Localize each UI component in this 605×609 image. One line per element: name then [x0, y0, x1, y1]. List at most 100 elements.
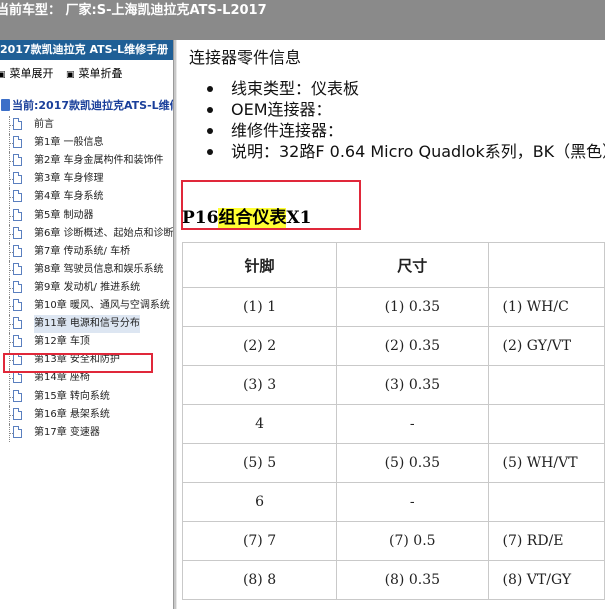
color-cell: (1) WH/C	[487, 287, 605, 327]
expand-label: 菜单展开	[9, 67, 54, 80]
tree-item-label: 第5章 制动器	[34, 209, 94, 221]
document-icon	[13, 425, 22, 438]
tree-item[interactable]: 第6章 诊断概述、起始点和诊断	[0, 224, 173, 243]
tree-item-label: 第6章 诊断概述、起始点和诊断	[34, 227, 173, 239]
table-row: (7) 7 (7) 0.5 (7) RD/E	[181, 521, 605, 561]
document-icon	[13, 136, 22, 149]
connector-info-list: 线束类型：仪表板 OEM连接器： 维修件连接器： 说明：32路F 0.64 Mi…	[207, 78, 605, 162]
table-row: (8) 8 (8) 0.35 (8) VT/GY	[181, 560, 605, 600]
collapse-menu-button[interactable]: ▣ 菜单折叠	[66, 65, 123, 81]
manual-title: 2017款凯迪拉克 ATS-L维修手册	[0, 40, 173, 60]
document-icon	[13, 118, 22, 130]
tree-item[interactable]: 第14章 座椅	[0, 369, 173, 388]
tree-item[interactable]: 第5章 制动器	[0, 206, 173, 225]
tree-item[interactable]: 第12章 车顶	[0, 333, 173, 352]
column-header-color	[487, 242, 605, 288]
tree-item[interactable]: 第15章 转向系统	[0, 387, 173, 406]
color-cell	[487, 404, 605, 444]
tree-item-label: 第10章 暖风、通风与空调系统	[34, 300, 170, 311]
tree-item-label: 第4章 车身系统	[34, 191, 104, 203]
pin-cell: 4	[181, 404, 338, 444]
tree-item-label: 第8章 驾驶员信息和娱乐系统	[34, 263, 164, 275]
color-cell: (2) GY/VT	[487, 326, 605, 366]
document-icon	[13, 371, 22, 384]
list-item: OEM连接器：	[207, 99, 605, 120]
document-icon	[13, 389, 22, 402]
pin-cell: (8) 8	[181, 560, 338, 600]
tree-item-label: 第2章 车身金属构件和装饰件	[34, 155, 164, 167]
tree-item[interactable]: 第7章 传动系统/ 车桥	[0, 242, 173, 261]
pin-cell: (3) 3	[181, 365, 338, 405]
color-cell	[487, 365, 605, 405]
tree-item-label: 第9章 发动机/ 推进系统	[34, 281, 141, 293]
tree-item[interactable]: 第8章 驾驶员信息和娱乐系统	[0, 260, 173, 279]
size-cell: (2) 0.35	[336, 326, 489, 366]
pin-cell: (1) 1	[181, 287, 338, 327]
tree-item[interactable]: 前言	[0, 116, 173, 134]
color-cell: (5) WH/VT	[487, 443, 605, 483]
tree-item-label: 第17章 变速器	[34, 426, 100, 438]
document-icon	[13, 407, 22, 420]
document-icon	[13, 226, 22, 239]
tree-item[interactable]: 第16章 悬架系统	[0, 405, 173, 424]
tree-item-label: 第15章 转向系统	[34, 390, 110, 402]
tree-root-label: 当前:2017款凯迪拉克ATS-L维修	[12, 99, 173, 112]
color-cell: (8) VT/GY	[487, 560, 605, 600]
document-icon	[13, 299, 22, 311]
size-cell: (1) 0.35	[336, 287, 489, 327]
color-cell: (7) RD/E	[487, 521, 605, 561]
size-cell: (3) 0.35	[336, 365, 489, 405]
tree-item[interactable]: 第9章 发动机/ 推进系统	[0, 278, 173, 297]
collapse-label: 菜单折叠	[78, 67, 123, 80]
size-cell: (5) 0.35	[336, 443, 489, 483]
table-row: (5) 5 (5) 0.35 (5) WH/VT	[181, 443, 605, 483]
tree-item-label: 前言	[34, 119, 54, 130]
tree-item[interactable]: 第3章 车身修理	[0, 170, 173, 189]
document-icon	[13, 353, 22, 366]
document-icon	[13, 335, 22, 348]
document-icon	[13, 317, 22, 330]
pin-cell: (5) 5	[181, 443, 338, 483]
tree-item[interactable]: 第13章 安全和防护	[0, 351, 173, 370]
book-icon	[1, 99, 10, 111]
document-icon	[13, 154, 22, 167]
list-item: 维修件连接器：	[207, 120, 605, 141]
tree-item-label: 第13章 安全和防护	[34, 354, 120, 366]
heading-highlight: 组合仪表	[218, 208, 287, 228]
manual-tree-pane: 2017款凯迪拉克 ATS-L维修手册 ▣ 菜单展开 ▣ 菜单折叠 当前:2017款…	[0, 40, 173, 609]
document-icon	[13, 172, 22, 185]
size-cell: (7) 0.5	[336, 521, 489, 561]
collapse-square-icon: ▣	[66, 70, 75, 80]
pin-table: 针脚 尺寸 (1) 1 (1) 0.35 (1) WH/C (2) 2 (2) 0.35…	[181, 242, 605, 600]
document-icon	[13, 244, 22, 257]
content-pane: 连接器零件信息 线束类型：仪表板 OEM连接器： 维修件连接器： 说明：32路F…	[177, 40, 605, 609]
tree-item[interactable]: 第11章 电源和信号分布	[0, 315, 173, 334]
expand-menu-button[interactable]: ▣ 菜单展开	[0, 65, 54, 81]
document-icon	[13, 190, 22, 203]
tree-item-label: 第11章 电源和信号分布	[34, 315, 140, 334]
page-title: 连接器零件信息	[189, 48, 302, 67]
color-cell	[487, 482, 605, 522]
tree-item[interactable]: 第4章 车身系统	[0, 188, 173, 207]
tree-item-label: 第16章 悬架系统	[34, 408, 110, 420]
tree-item-label: 第3章 车身修理	[34, 173, 104, 185]
tree-item[interactable]: 第17章 变速器	[0, 423, 173, 442]
table-row: (3) 3 (3) 0.35	[181, 365, 605, 405]
heading-suffix: X1	[286, 208, 312, 228]
list-item: 线束类型：仪表板	[207, 78, 605, 99]
list-item: 说明：32路F 0.64 Micro Quadlok系列，BK（黑色）	[207, 141, 605, 162]
size-cell: -	[336, 404, 489, 444]
current-vehicle-text: 当前车型： 厂家:S-上海凯迪拉克ATS-L2017	[0, 3, 267, 18]
expand-square-icon: ▣	[0, 70, 6, 80]
tree-item[interactable]: 第1章 一般信息	[0, 134, 173, 153]
tree-item[interactable]: 第2章 车身金属构件和装饰件	[0, 152, 173, 171]
tree-item-label: 第7章 传动系统/ 车桥	[34, 245, 131, 257]
column-header-pin: 针脚	[181, 242, 338, 288]
tree-item[interactable]: 第10章 暖风、通风与空调系统	[0, 297, 173, 315]
heading-prefix: P16	[182, 208, 219, 228]
document-icon	[13, 208, 22, 221]
pin-cell: 6	[181, 482, 338, 522]
menu-bar: ▣ 菜单展开 ▣ 菜单折叠	[0, 64, 173, 82]
pin-cell: (2) 2	[181, 326, 338, 366]
title-bar: 当前车型： 厂家:S-上海凯迪拉克ATS-L2017	[0, 0, 605, 40]
